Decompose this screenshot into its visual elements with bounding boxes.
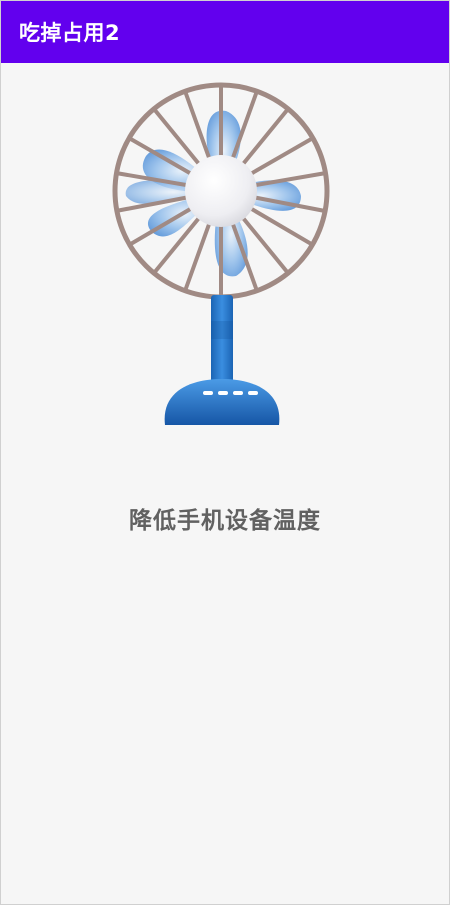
app-bar: 吃掉占用2 bbox=[1, 1, 449, 63]
fan-base bbox=[164, 379, 280, 425]
main-caption: 降低手机设备温度 bbox=[129, 508, 321, 534]
app-title: 吃掉占用2 bbox=[19, 21, 121, 45]
screen: 吃掉占用2 降低手机设备温度 bbox=[0, 0, 450, 905]
fan-hub bbox=[185, 155, 257, 227]
fan-illustration bbox=[101, 81, 341, 441]
fan-icon bbox=[112, 82, 330, 425]
